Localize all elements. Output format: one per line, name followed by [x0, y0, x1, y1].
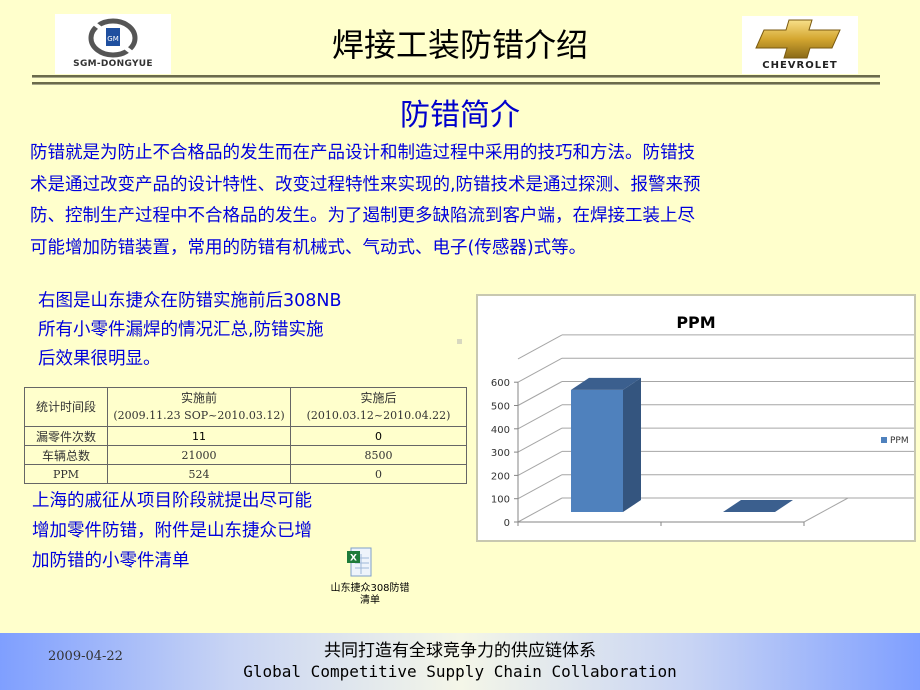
header-divider-top — [32, 75, 880, 78]
side-gridline — [517, 497, 563, 523]
chevrolet-bowtie-icon — [755, 19, 841, 59]
table-row: 车辆总数 21000 8500 — [24, 445, 467, 465]
intro-line: 可能增加防错装置，常用的防错有机械式、气动式、电子(传感器)式等。 — [30, 237, 587, 258]
y-tick-label: 400 — [491, 425, 510, 436]
bar-top — [723, 500, 793, 512]
chart-title: PPM — [676, 313, 715, 332]
legend-swatch — [881, 437, 887, 443]
header-cell-before: 实施前 (2009.11.23 SOP~2010.03.12) — [107, 387, 291, 427]
header-cell-period: 统计时间段 — [24, 387, 108, 427]
row-value-after: 0 — [290, 464, 467, 484]
footer-slogan-en: Global Competitive Supply Chain Collabor… — [243, 662, 677, 681]
y-tick-label: 300 — [491, 448, 510, 459]
summary-line: 右图是山东捷众在防错实施前后308NB — [38, 291, 342, 311]
section-subtitle: 防错简介 — [400, 98, 520, 133]
header-before-range: (2009.11.23 SOP~2010.03.12) — [113, 409, 285, 422]
attachment-label[interactable]: 山东捷众308防错 清单 — [310, 583, 430, 607]
y-tick-label: 600 — [491, 378, 510, 389]
legend-label: PPM — [890, 436, 909, 446]
stats-table: 统计时间段 实施前 (2009.11.23 SOP~2010.03.12) 实施… — [24, 387, 467, 484]
row-label: 漏零件次数 — [24, 426, 108, 446]
summary-line: 后效果很明显。 — [38, 349, 161, 369]
excel-file-icon: X — [347, 547, 372, 577]
chevrolet-logo: CHEVROLET — [742, 16, 858, 74]
row-value-after: 0 — [290, 426, 467, 446]
note-line: 上海的戚征从项目阶段就提出尽可能 — [32, 491, 312, 511]
side-gridline — [517, 357, 563, 383]
summary-line: 所有小零件漏焊的情况汇总,防错实施 — [38, 320, 324, 340]
note-paragraph: 上海的戚征从项目阶段就提出尽可能 增加零件防错，附件是山东捷众已增 加防错的小零… — [32, 486, 392, 576]
bar-side — [623, 377, 641, 512]
side-gridline — [517, 427, 563, 453]
attachment-label-line1: 山东捷众308防错 — [330, 583, 410, 594]
row-value-before: 524 — [107, 464, 291, 484]
header-divider-bottom — [32, 82, 880, 85]
side-gridline — [517, 334, 563, 360]
table-row: PPM 524 0 — [24, 464, 467, 484]
y-tick-label: 500 — [491, 402, 510, 413]
bar-front — [571, 389, 623, 512]
placeholder-marker — [457, 339, 462, 344]
header-after-label: 实施后 — [360, 391, 397, 405]
attachment-label-line2: 清单 — [360, 595, 380, 606]
header-before-label: 实施前 — [180, 391, 217, 405]
y-tick-label: 200 — [491, 471, 510, 482]
header-after-range: (2010.03.12~2010.04.22) — [306, 409, 451, 422]
table-row: 漏零件次数 11 0 — [24, 426, 467, 446]
floor-edge — [803, 497, 849, 523]
intro-paragraph: 防错就是为防止不合格品的发生而在产品设计和制造过程中采用的技巧和方法。防错技 术… — [30, 138, 900, 264]
side-gridline — [517, 450, 563, 476]
row-label: 车辆总数 — [24, 445, 108, 465]
note-line: 加防错的小零件清单 — [32, 551, 190, 571]
intro-line: 防错就是为防止不合格品的发生而在产品设计和制造过程中采用的技巧和方法。防错技 — [30, 143, 695, 163]
note-line: 增加零件防错，附件是山东捷众已增 — [32, 521, 312, 541]
footer-slogan-cn: 共同打造有全球竞争力的供应链体系 — [324, 641, 596, 661]
summary-paragraph: 右图是山东捷众在防错实施前后308NB 所有小零件漏焊的情况汇总,防错实施 后效… — [38, 287, 438, 374]
row-value-after: 8500 — [290, 445, 467, 465]
row-label: PPM — [24, 464, 108, 484]
row-value-before: 11 — [107, 426, 291, 446]
side-gridline — [517, 381, 563, 406]
ppm-chart: PPM 0 100 200 300 400 500 600 PPM — [476, 294, 920, 542]
svg-text:X: X — [350, 554, 357, 564]
side-gridline — [517, 474, 563, 500]
intro-line: 术是通过改变产品的设计特性、改变过程特性来实现的,防错技术是通过探测、报警来预 — [30, 174, 701, 195]
ppm-chart-svg: PPM 0 100 200 300 400 500 600 PPM — [491, 313, 920, 529]
attachment-excel[interactable]: X — [345, 546, 375, 580]
side-gridline — [517, 404, 563, 430]
table-header-row: 统计时间段 实施前 (2009.11.23 SOP~2010.03.12) 实施… — [24, 387, 467, 427]
y-tick-label: 100 — [491, 495, 510, 506]
intro-line: 防、控制生产过程中不合格品的发生。为了遏制更多缺陷流到客户端，在焊接工装上尽 — [30, 206, 695, 226]
chevrolet-text: CHEVROLET — [762, 60, 838, 71]
row-value-before: 21000 — [107, 445, 291, 465]
header-cell-after: 实施后 (2010.03.12~2010.04.22) — [290, 387, 467, 427]
y-tick-label: 0 — [504, 518, 510, 529]
